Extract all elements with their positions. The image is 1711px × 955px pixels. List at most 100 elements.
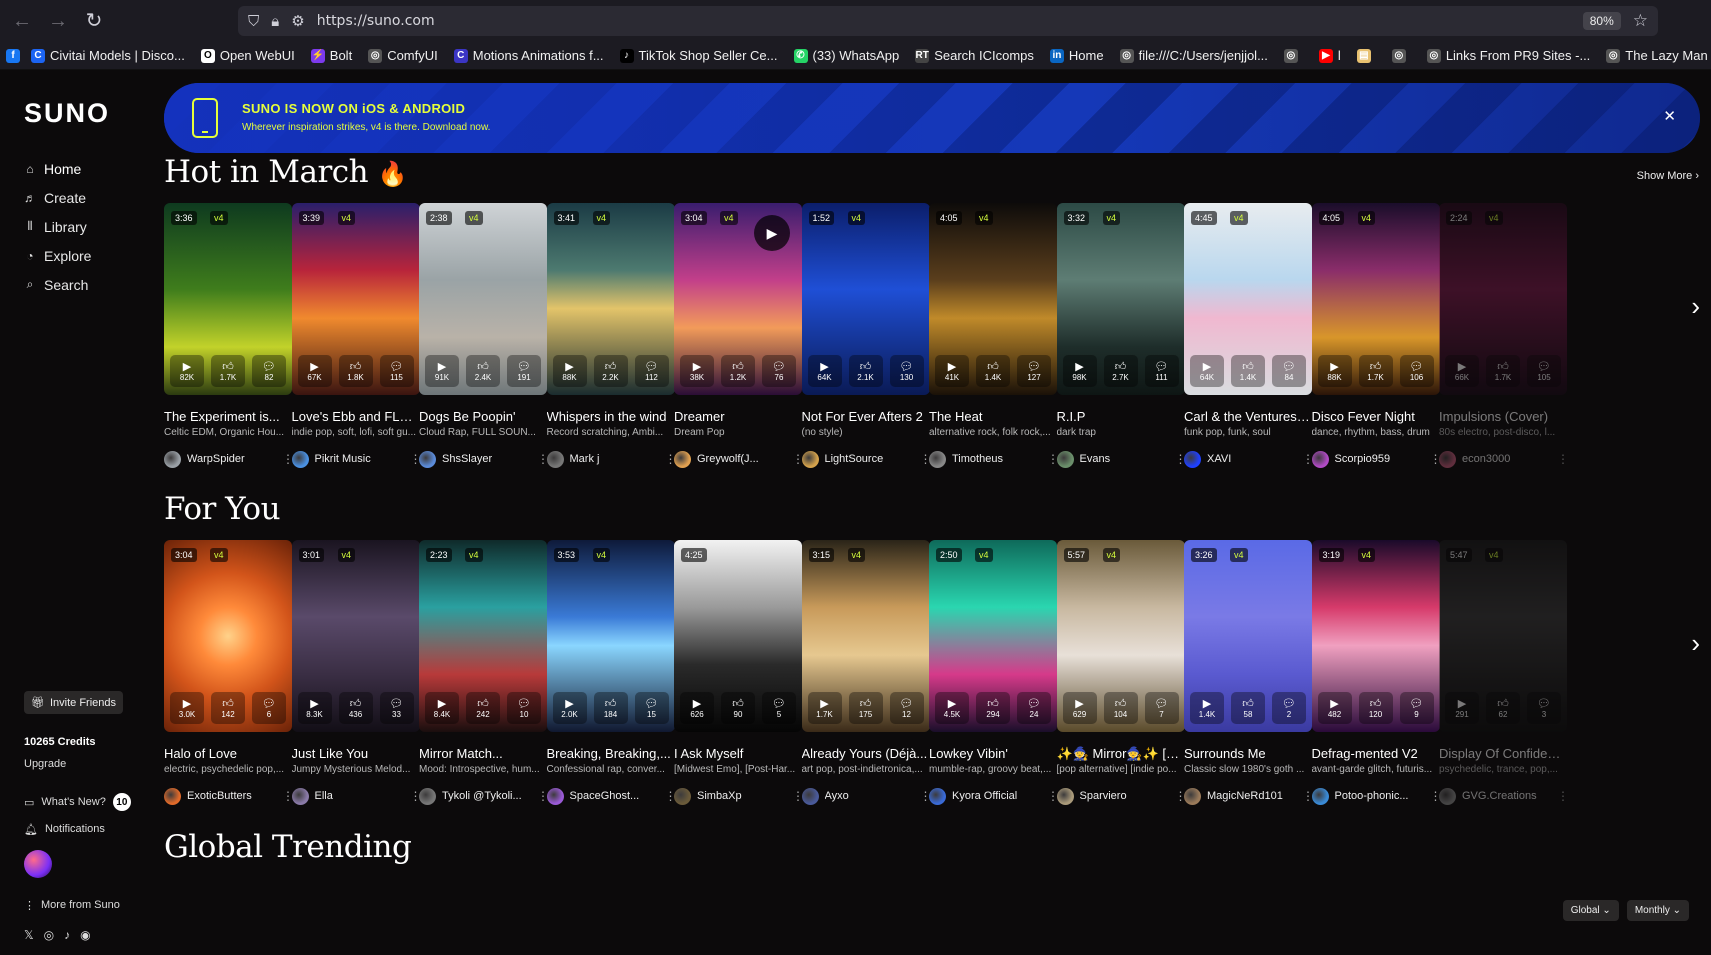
bookmark-item[interactable]: C Civitai Models | Disco... xyxy=(26,48,190,63)
avatar[interactable] xyxy=(291,450,309,468)
song-title[interactable]: Not For Ever Afters 2 xyxy=(802,409,930,425)
url-text[interactable]: https://suno.com xyxy=(317,13,1571,29)
song-card[interactable]: 4:25 ▶ 626 👍︎ 90 💬︎ 5 I Ask Myself [Midwest Emo]… xyxy=(674,540,804,805)
play-count-button[interactable]: ▶ 2.0K xyxy=(552,692,587,724)
avatar[interactable] xyxy=(419,787,436,805)
bookmark-item[interactable]: ◎ xyxy=(1387,48,1416,63)
song-card[interactable]: 5:57 v4 ▶ 629 👍︎ 104 💬︎ 7 ✨🧙 Mirror🧙✨ [Alt... [po… xyxy=(1056,540,1187,805)
more-from-suno-button[interactable]: ⋮ More from Suno xyxy=(24,899,120,912)
song-cover[interactable]: 3:53 v4 ▶ 2.0K 👍︎ 184 💬︎ 15 xyxy=(546,540,675,732)
region-select[interactable]: Global ⌄ xyxy=(1562,900,1619,921)
song-cover[interactable]: 2:24 v4 ▶ 66K 👍︎ 1.7K 💬︎ 105 xyxy=(1439,203,1567,395)
bookmark-item[interactable]: C Motions Animations f... xyxy=(449,48,609,63)
song-cover[interactable]: 4:05 v4 ▶ 88K 👍︎ 1.7K 💬︎ 106 xyxy=(1311,203,1440,395)
song-title[interactable]: Surrounds Me xyxy=(1184,746,1312,762)
sidebar-item-library[interactable]: ⫴ Library xyxy=(24,218,91,235)
song-cover[interactable]: 3:15 v4 ▶ 1.7K 👍︎ 175 💬︎ 12 xyxy=(801,540,930,732)
song-card[interactable]: 3:04 v4 ▶ ▶ 38K 👍︎ 1.2K 💬︎ 76 Dreamer Dream Pop Gre… xyxy=(674,203,804,468)
song-cover[interactable]: 3:39 v4 ▶ 67K 👍︎ 1.8K 💬︎ 115 xyxy=(291,203,420,395)
song-creator[interactable]: LightSource ⋮ xyxy=(801,450,932,468)
tiktok-icon[interactable]: ♪ xyxy=(64,928,70,942)
avatar[interactable] xyxy=(1184,450,1201,468)
song-title[interactable]: Breaking, Breaking,... xyxy=(547,746,675,762)
avatar[interactable] xyxy=(419,450,436,468)
more-options-icon[interactable]: ⋮ xyxy=(537,789,549,803)
comment-count-button[interactable]: 💬︎ 130 xyxy=(889,355,924,387)
like-count-button[interactable]: 👍︎ 58 xyxy=(1231,692,1265,724)
song-creator[interactable]: Evans ⋮ xyxy=(1056,450,1187,468)
lock-icon[interactable]: 🔒︎ xyxy=(271,13,279,30)
more-options-icon[interactable]: ⋮ xyxy=(665,452,677,466)
play-count-button[interactable]: ▶ 4.5K xyxy=(935,692,969,724)
play-count-button[interactable]: ▶ 82K xyxy=(170,355,204,387)
song-card[interactable]: 3:19 v4 ▶ 482 👍︎ 120 💬︎ 9 Defrag-mented V2 avant-… xyxy=(1311,540,1442,805)
song-title[interactable]: Defrag-mented V2 xyxy=(1312,746,1440,762)
avatar[interactable] xyxy=(801,787,819,805)
avatar[interactable] xyxy=(674,787,691,805)
comment-count-button[interactable]: 💬︎ 3 xyxy=(1527,692,1561,724)
play-count-button[interactable]: ▶ 482 xyxy=(1317,692,1352,724)
show-more-link[interactable]: Show More › xyxy=(1637,170,1699,182)
creator-name[interactable]: WarpSpider xyxy=(187,453,276,465)
song-cover[interactable]: 4:45 v4 ▶ 64K 👍︎ 1.4K 💬︎ 84 xyxy=(1184,203,1312,395)
creator-name[interactable]: LightSource xyxy=(825,453,914,465)
song-title[interactable]: Lowkey Vibin' xyxy=(929,746,1057,762)
creator-name[interactable]: XAVI xyxy=(1207,453,1296,465)
like-count-button[interactable]: 👍︎ 1.7K xyxy=(211,355,245,387)
song-title[interactable]: ✨🧙 Mirror🧙✨ [Alt... xyxy=(1057,746,1185,762)
song-cover[interactable]: 3:41 v4 ▶ 88K 👍︎ 2.2K 💬︎ 112 xyxy=(546,203,675,395)
song-creator[interactable]: Tykoli @Tykoli... ⋮ xyxy=(419,787,549,805)
creator-name[interactable]: SpaceGhost... xyxy=(570,790,659,802)
creator-name[interactable]: Sparviero xyxy=(1080,790,1169,802)
like-count-button[interactable]: 👍︎ 1.2K xyxy=(721,355,755,387)
comment-count-button[interactable]: 💬︎ 112 xyxy=(634,355,669,387)
more-options-icon[interactable]: ⋮ xyxy=(1175,452,1187,466)
bookmark-item[interactable]: ◎ ComfyUI xyxy=(363,48,443,63)
song-cover[interactable]: 5:57 v4 ▶ 629 👍︎ 104 💬︎ 7 xyxy=(1056,540,1185,732)
song-card[interactable]: 3:04 v4 ▶ 3.0K 👍︎ 142 💬︎ 6 Halo of Love electric,… xyxy=(164,540,294,805)
creator-name[interactable]: Scorpio959 xyxy=(1335,453,1424,465)
comment-count-button[interactable]: 💬︎ 191 xyxy=(507,355,541,387)
bookmark-item[interactable]: ◎ Links From PR9 Sites -... xyxy=(1422,48,1595,63)
play-count-button[interactable]: ▶ 626 xyxy=(680,692,714,724)
comment-count-button[interactable]: 💬︎ 24 xyxy=(1017,692,1051,724)
bookmark-item[interactable]: RT Search ICIcomps xyxy=(910,48,1039,63)
creator-name[interactable]: MagicNeRd101 xyxy=(1207,790,1296,802)
avatar[interactable] xyxy=(546,450,564,468)
like-count-button[interactable]: 👍︎ 90 xyxy=(721,692,755,724)
more-options-icon[interactable]: ⋮ xyxy=(665,789,677,803)
play-count-button[interactable]: ▶ 291 xyxy=(1445,692,1479,724)
song-card[interactable]: 3:26 v4 ▶ 1.4K 👍︎ 58 💬︎ 2 Surrounds Me Classic sl… xyxy=(1184,540,1314,805)
play-count-button[interactable]: ▶ 1.4K xyxy=(1190,692,1224,724)
sidebar-item-create[interactable]: ♬ Create xyxy=(24,189,91,206)
shield-icon[interactable]: ⛉ xyxy=(248,13,259,30)
avatar[interactable] xyxy=(546,787,564,805)
avatar[interactable] xyxy=(1311,450,1329,468)
comment-count-button[interactable]: 💬︎ 33 xyxy=(379,692,414,724)
play-count-button[interactable]: ▶ 38K xyxy=(680,355,714,387)
bookmark-star-icon[interactable]: ☆ xyxy=(1633,11,1648,31)
avatar[interactable] xyxy=(1056,450,1074,468)
like-count-button[interactable]: 👍︎ 120 xyxy=(1358,692,1393,724)
creator-name[interactable]: Potoo-phonic... xyxy=(1335,790,1424,802)
creator-name[interactable]: Kyora Official xyxy=(952,790,1041,802)
song-creator[interactable]: Potoo-phonic... ⋮ xyxy=(1311,787,1442,805)
song-card[interactable]: 2:50 v4 ▶ 4.5K 👍︎ 294 💬︎ 24 Lowkey Vibin' mumble-… xyxy=(929,540,1059,805)
play-count-button[interactable]: ▶ 88K xyxy=(1317,355,1352,387)
avatar[interactable] xyxy=(1439,787,1456,805)
more-options-icon[interactable]: ⋮ xyxy=(1430,452,1442,466)
song-cover[interactable]: 2:38 v4 ▶ 91K 👍︎ 2.4K 💬︎ 191 xyxy=(419,203,547,395)
bookmark-item[interactable]: ◎ xyxy=(1279,48,1308,63)
more-options-icon[interactable]: ⋮ xyxy=(282,452,294,466)
avatar[interactable] xyxy=(929,787,946,805)
like-count-button[interactable]: 👍︎ 62 xyxy=(1486,692,1520,724)
creator-name[interactable]: Ella xyxy=(315,790,404,802)
avatar[interactable] xyxy=(1184,787,1201,805)
avatar[interactable] xyxy=(801,450,819,468)
avatar[interactable] xyxy=(1311,787,1329,805)
sidebar-item-home[interactable]: ⌂ Home xyxy=(24,160,91,177)
song-card[interactable]: 3:36 v4 ▶ 82K 👍︎ 1.7K 💬︎ 82 The Experiment is...… xyxy=(164,203,294,468)
whats-new-button[interactable]: ▭ What's New? 10 xyxy=(24,793,131,811)
play-count-button[interactable]: ▶ 98K xyxy=(1062,355,1097,387)
song-creator[interactable]: SpaceGhost... ⋮ xyxy=(546,787,677,805)
